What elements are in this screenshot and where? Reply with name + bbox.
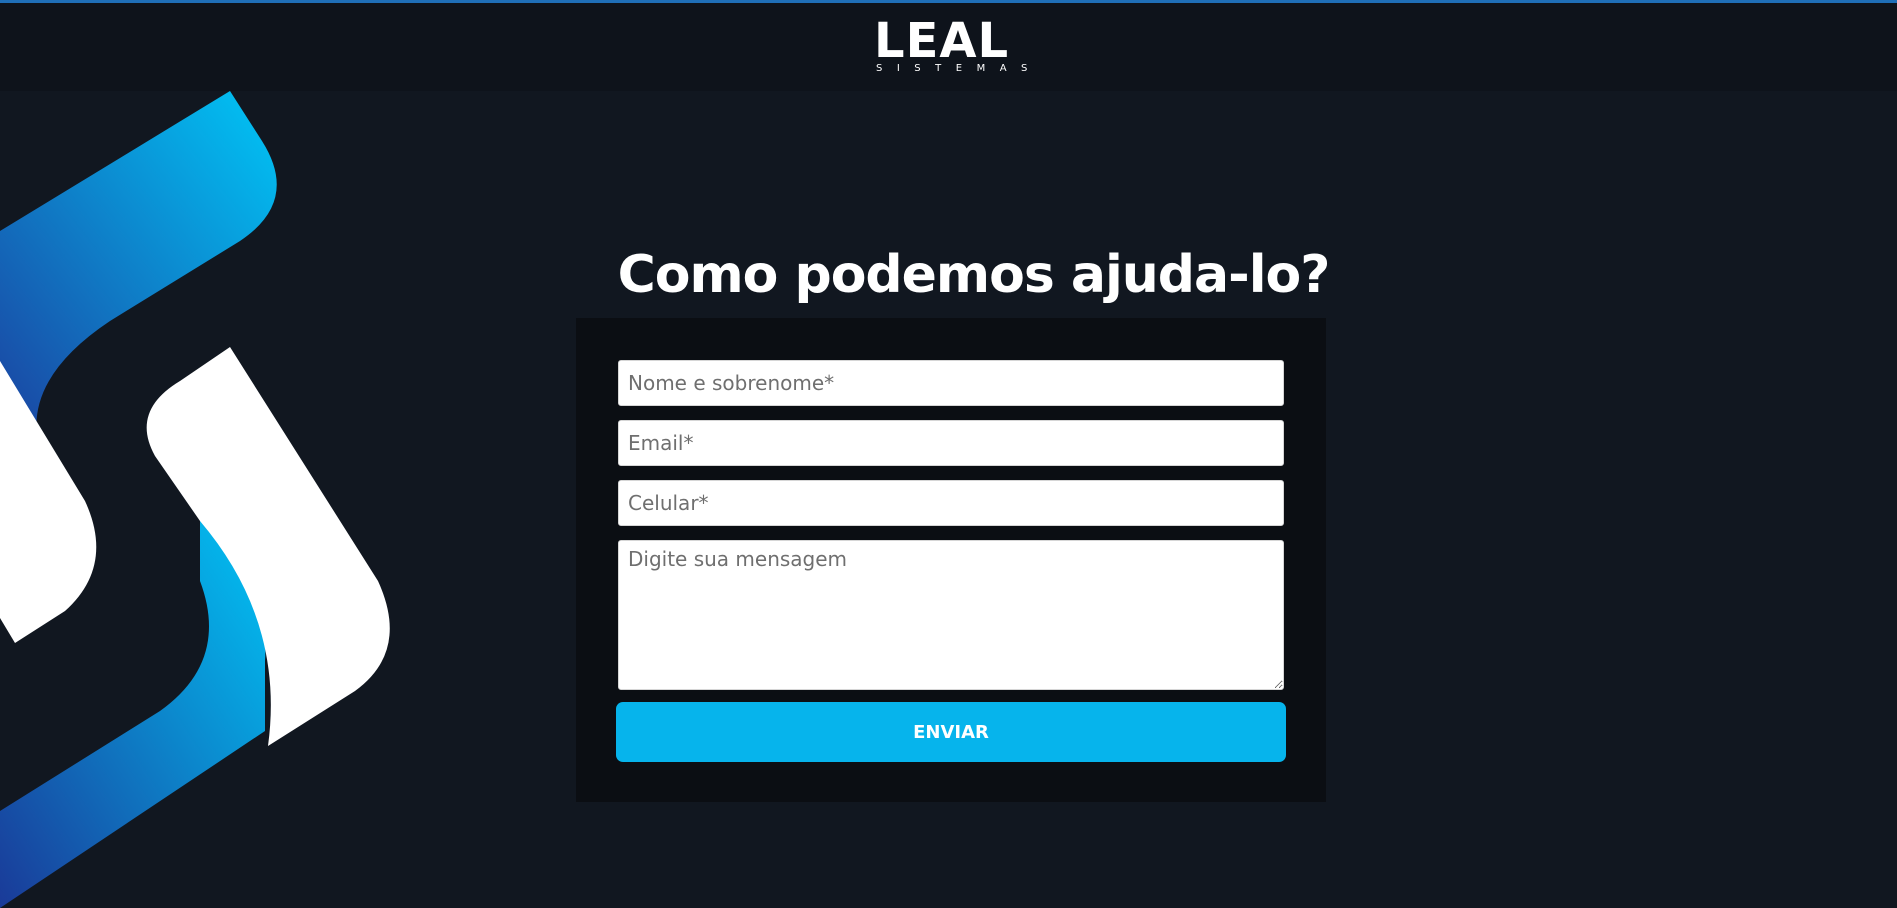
message-textarea[interactable] xyxy=(618,540,1284,690)
page-title: Como podemos ajuda-lo? xyxy=(617,244,1331,305)
phone-input[interactable] xyxy=(618,480,1284,526)
logo[interactable]: LEAL SISTEMAS xyxy=(870,13,1028,79)
logo-wordmark: LEAL xyxy=(874,13,1010,69)
email-input[interactable] xyxy=(618,420,1284,466)
submit-button[interactable]: ENVIAR xyxy=(616,702,1286,762)
page: LEAL SISTEMAS Como podemos ajuda-lo? ENV… xyxy=(0,0,1897,908)
header: LEAL SISTEMAS xyxy=(0,3,1897,91)
logo-tagline: SISTEMAS xyxy=(876,63,1042,74)
name-input[interactable] xyxy=(618,360,1284,406)
decorative-s-graphic xyxy=(0,91,390,908)
contact-form: ENVIAR xyxy=(576,318,1326,802)
